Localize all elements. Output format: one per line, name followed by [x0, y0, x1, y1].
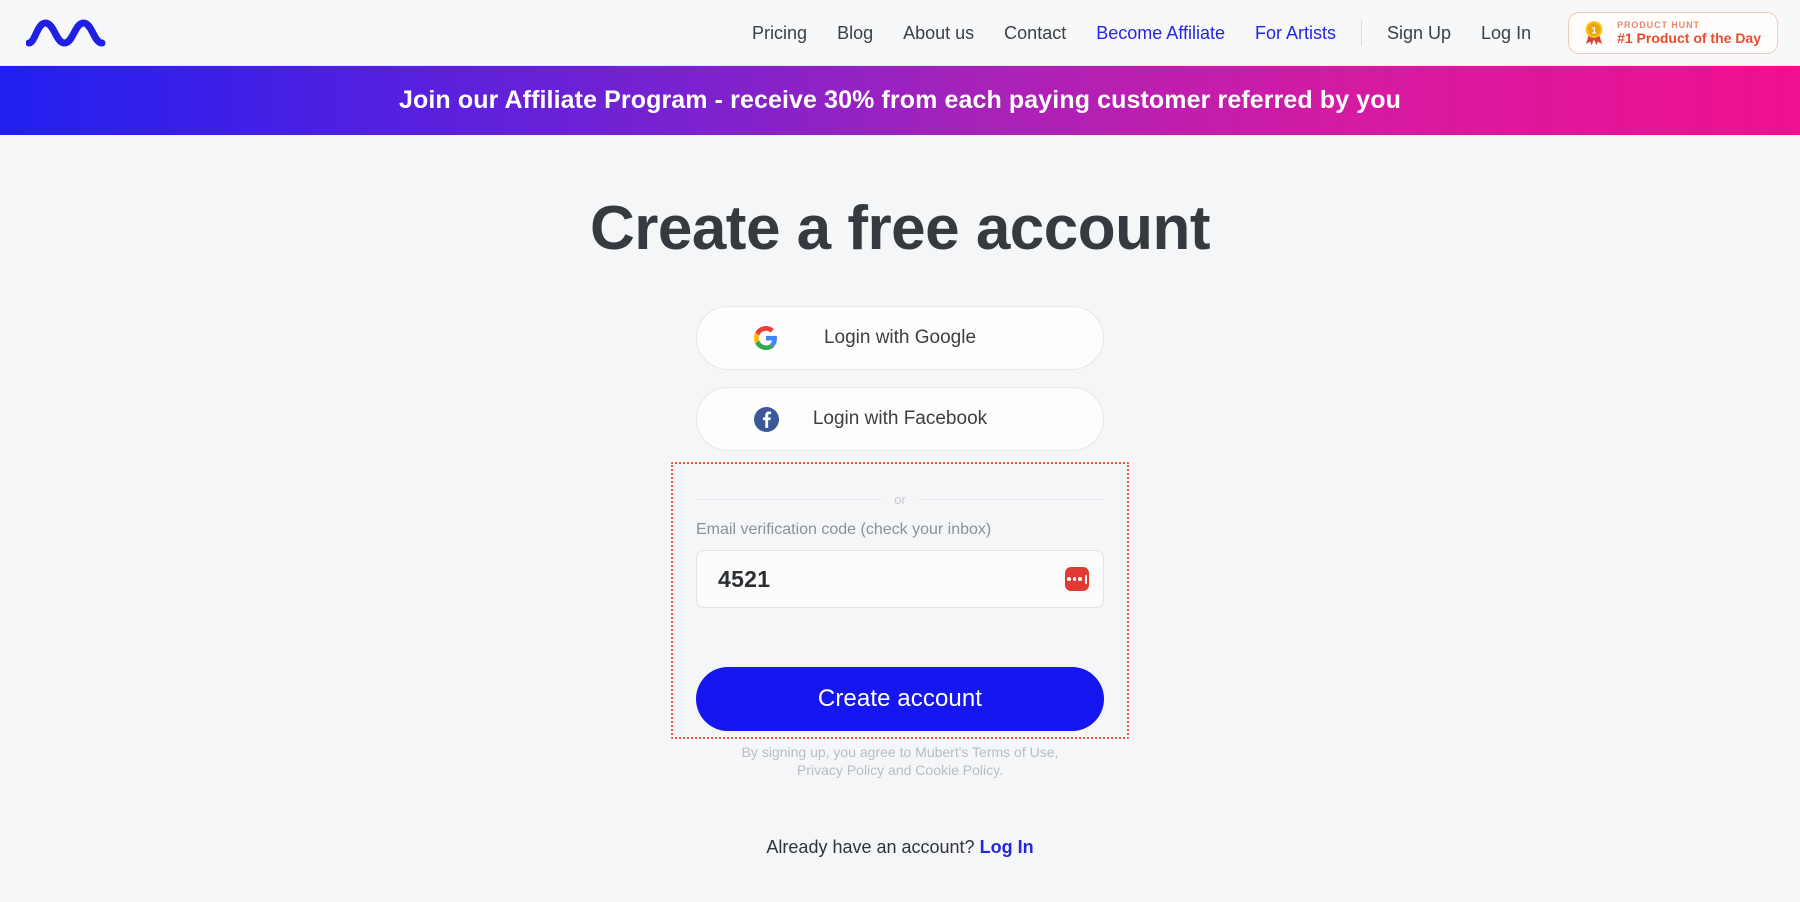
product-hunt-title: #1 Product of the Day: [1617, 29, 1761, 46]
nav-link-become-affiliate[interactable]: Become Affiliate: [1081, 24, 1240, 42]
mubert-wave-logo[interactable]: [26, 13, 122, 53]
verification-code-label: Email verification code (check your inbo…: [696, 521, 992, 538]
verification-code-value[interactable]: 4521: [718, 566, 1065, 593]
nav-link-about-us[interactable]: About us: [888, 24, 989, 42]
signup-main: Create a free account Login with Google: [0, 135, 1800, 858]
page-title: Create a free account: [589, 194, 1211, 263]
main-navigation: Pricing Blog About us Contact Become Aff…: [737, 11, 1778, 54]
login-prompt: Already have an account? Log In: [696, 837, 1104, 858]
affiliate-program-banner[interactable]: Join our Affiliate Program - receive 30%…: [0, 66, 1800, 135]
nav-link-for-artists[interactable]: For Artists: [1240, 24, 1351, 42]
signup-form: Login with Google Login with Facebook or…: [671, 306, 1129, 858]
or-divider-label: or: [894, 492, 906, 507]
password-manager-icon[interactable]: [1065, 567, 1089, 591]
or-divider-line-right: [918, 499, 1104, 500]
facebook-icon: [753, 406, 779, 432]
login-prompt-link[interactable]: Log In: [980, 837, 1034, 857]
login-prompt-text: Already have an account?: [766, 837, 975, 857]
nav-divider: [1360, 19, 1362, 46]
nav-link-sign-up[interactable]: Sign Up: [1372, 24, 1466, 42]
product-hunt-medal-icon: 1: [1585, 20, 1603, 45]
nav-link-blog[interactable]: Blog: [822, 24, 888, 42]
terms-notice-line-2: Privacy Policy and Cookie Policy.: [797, 761, 1003, 778]
site-header: Pricing Blog About us Contact Become Aff…: [0, 0, 1800, 66]
login-with-google-button[interactable]: Login with Google: [696, 306, 1104, 370]
terms-notice: By signing up, you agree to Mubert's Ter…: [696, 744, 1104, 779]
affiliate-banner-text: Join our Affiliate Program - receive 30%…: [398, 86, 1402, 114]
google-icon: [753, 325, 779, 351]
nav-link-contact[interactable]: Contact: [989, 24, 1081, 42]
terms-notice-line-1: By signing up, you agree to Mubert's Ter…: [741, 744, 1059, 760]
verification-code-input[interactable]: 4521: [696, 550, 1104, 608]
svg-text:1: 1: [1592, 25, 1597, 35]
product-hunt-kicker: PRODUCT HUNT: [1617, 19, 1700, 30]
create-account-button[interactable]: Create account: [696, 667, 1104, 731]
or-divider: or: [696, 492, 1104, 507]
nav-link-log-in[interactable]: Log In: [1466, 24, 1546, 42]
or-divider-line-left: [696, 499, 882, 500]
wave-logo-icon: [26, 18, 106, 47]
nav-link-pricing[interactable]: Pricing: [737, 24, 822, 42]
login-with-facebook-button[interactable]: Login with Facebook: [696, 387, 1104, 451]
product-hunt-badge[interactable]: 1 PRODUCT HUNT #1 Product of the Day: [1568, 11, 1778, 54]
